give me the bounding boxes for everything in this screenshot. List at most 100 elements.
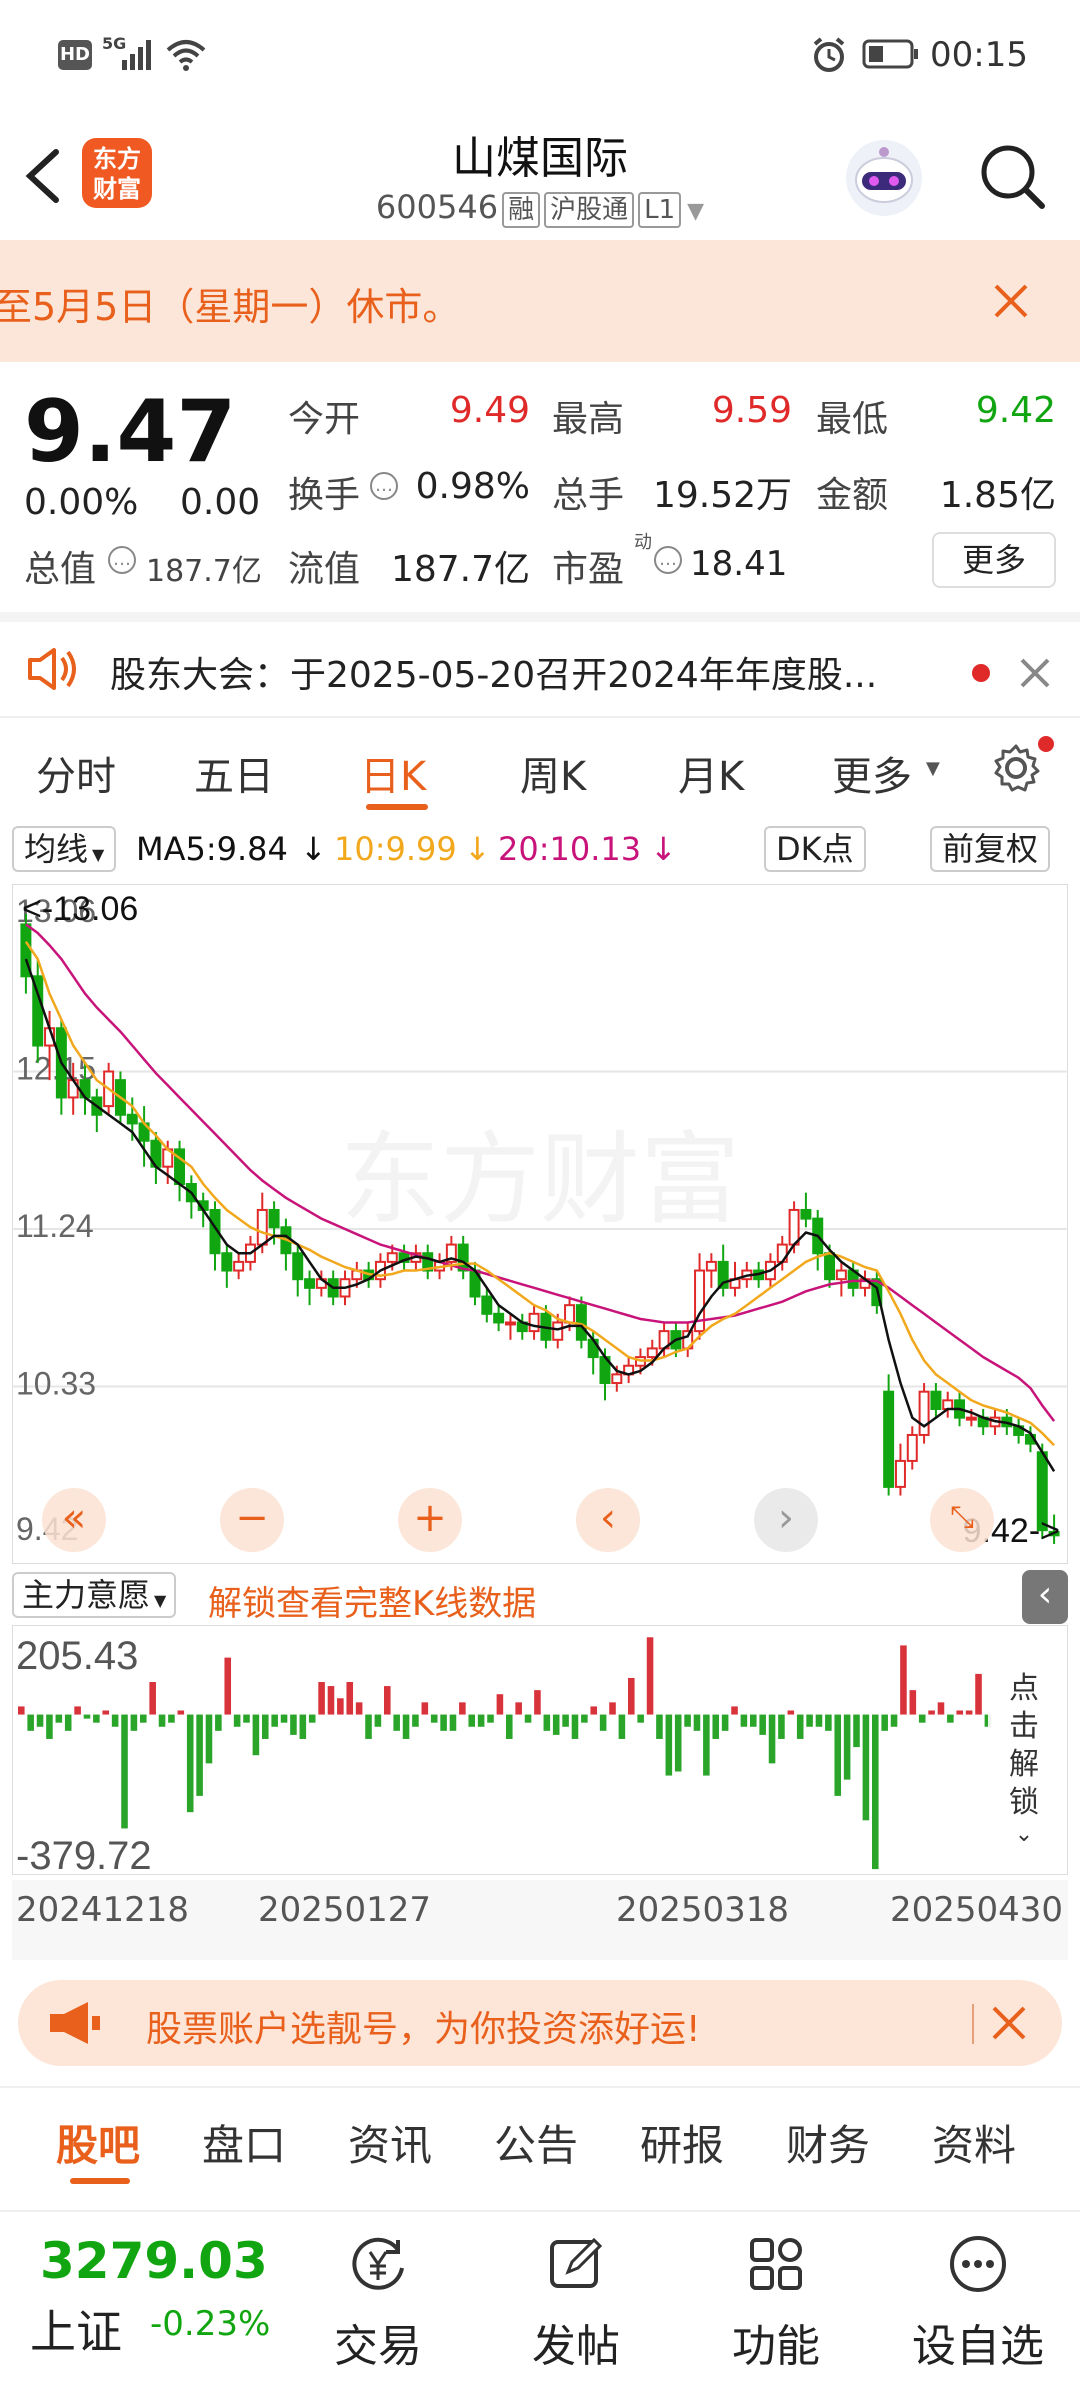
stock-code: 600546: [375, 188, 499, 226]
add-watchlist-button[interactable]: 设自选: [898, 2222, 1058, 2382]
candle-body: [894, 1459, 906, 1488]
tab-profile[interactable]: 资料: [932, 2112, 1016, 2173]
candle-body: [788, 1208, 800, 1246]
bar: [787, 1710, 795, 1715]
unlock-side-label: 点击解锁: [1009, 1671, 1039, 1820]
close-icon[interactable]: [992, 282, 1030, 320]
more-button[interactable]: 更多: [932, 532, 1056, 588]
bar: [918, 1714, 926, 1723]
bar: [121, 1714, 128, 1829]
tab-guba[interactable]: 股吧: [56, 2112, 140, 2173]
bar: [140, 1714, 147, 1723]
info-icon[interactable]: …: [370, 472, 398, 500]
last-price: 9.47: [24, 382, 237, 482]
post-button[interactable]: 发帖: [516, 2222, 636, 2382]
unlock-link[interactable]: 解锁查看完整K线数据: [208, 1576, 536, 1625]
bar: [299, 1714, 307, 1739]
bar: [806, 1714, 813, 1727]
bar: [937, 1702, 945, 1715]
zoom-first-button[interactable]: «: [42, 1488, 106, 1552]
trade-label: 交易: [334, 2321, 422, 2372]
bar: [27, 1714, 34, 1731]
bar: [740, 1714, 748, 1727]
bar: [947, 1714, 954, 1723]
bar: [55, 1714, 63, 1723]
candle-body: [824, 1252, 836, 1281]
bar: [374, 1714, 382, 1727]
content-tabs: 股吧 盘口 资讯 公告 研报 财务 资料: [0, 2086, 1080, 2190]
robot-assistant-icon[interactable]: [844, 138, 924, 218]
announcement-bar[interactable]: 股东大会：于2025-05-20召开2024年年度股...: [0, 612, 1080, 718]
zoom-in-button[interactable]: +: [398, 1488, 462, 1552]
down-arrow-icon: ↓: [464, 830, 491, 868]
pe-label: 市盈: [552, 549, 625, 590]
bar: [562, 1714, 569, 1727]
bar: [825, 1714, 832, 1731]
fullscreen-button[interactable]: ⤡: [930, 1488, 994, 1552]
index-name: 上证: [30, 2305, 122, 2359]
high-label: 最高: [552, 399, 625, 440]
tab-financials[interactable]: 财务: [786, 2112, 870, 2173]
candle-body: [575, 1304, 587, 1341]
bar: [46, 1714, 53, 1739]
tab-weekly-k[interactable]: 周K: [520, 744, 586, 802]
candle-body: [611, 1373, 623, 1385]
megaphone-icon: [50, 2002, 100, 2044]
scroll-right-button[interactable]: ›: [754, 1488, 818, 1552]
candle-body: [930, 1390, 942, 1411]
bar: [956, 1710, 964, 1715]
scroll-left-button[interactable]: ‹: [576, 1488, 640, 1552]
tab-more[interactable]: 更多: [832, 744, 912, 802]
unlock-side-tag[interactable]: 点击解锁 ⌄: [988, 1660, 1060, 1850]
ma-selector[interactable]: 均线 ▼: [12, 826, 117, 872]
quote-panel: 9.47 0.00% 0.00 今开 9.49 最高 9.59 最低 9.42 …: [0, 362, 1080, 612]
tab-news[interactable]: 资讯: [348, 2112, 432, 2173]
bar: [862, 1714, 870, 1821]
level-tag: L1: [638, 192, 682, 228]
collapse-arrow-icon[interactable]: ‹: [1022, 1570, 1068, 1624]
adjust-selector[interactable]: 前复权: [930, 826, 1051, 872]
more-dots-icon: [950, 2236, 1006, 2292]
bar: [252, 1714, 260, 1756]
gear-icon[interactable]: [990, 742, 1042, 794]
tab-five-day[interactable]: 五日: [194, 744, 274, 802]
bar: [224, 1657, 232, 1715]
tab-daily-k[interactable]: 日K: [360, 744, 426, 802]
index-ticker[interactable]: 3279.03 上证 -0.23%: [0, 2212, 300, 2388]
candlestick-chart[interactable]: 13.0612.1511.2410.339.42东方财富<-13.069.42-…: [12, 884, 1068, 1564]
bar: [637, 1714, 644, 1723]
candle-body: [481, 1295, 493, 1315]
search-icon[interactable]: [976, 140, 1048, 212]
tab-announcements[interactable]: 公告: [494, 2112, 578, 2173]
main-force-chart[interactable]: 205.43 -379.72: [12, 1625, 1068, 1875]
bar: [327, 1686, 335, 1715]
trade-button[interactable]: 交易: [318, 2222, 438, 2382]
bottom-toolbar: 3279.03 上证 -0.23% 交易 发帖 功能 设自选: [0, 2210, 1080, 2388]
bar: [656, 1714, 663, 1739]
tab-monthly-k[interactable]: 月K: [678, 744, 744, 802]
dk-point-toggle[interactable]: DK点: [764, 826, 866, 872]
zoom-out-button[interactable]: −: [220, 1488, 284, 1552]
ma-indicator-row: 均线 ▼ MA5:9.84 ↓ 10:9.99 ↓ 20:10.13 ↓ DK点 前复权: [0, 822, 1080, 880]
bar: [909, 1690, 917, 1715]
info-icon[interactable]: …: [654, 546, 682, 574]
info-icon[interactable]: …: [108, 546, 136, 574]
promo-banner[interactable]: 股票账户选靓号，为你投资添好运!: [18, 1980, 1062, 2066]
divider: [972, 2004, 974, 2044]
candle-body: [304, 1278, 316, 1289]
bar: [853, 1714, 860, 1748]
signal-icon: [122, 40, 151, 70]
candle-body: [233, 1260, 245, 1272]
close-icon[interactable]: [1018, 656, 1052, 690]
ma5-value: MA5:9.84: [136, 830, 288, 868]
indicator-selector[interactable]: 主力意愿 ▼: [12, 1572, 177, 1618]
bar: [703, 1714, 710, 1776]
functions-button[interactable]: 功能: [716, 2222, 836, 2382]
close-icon[interactable]: [990, 2004, 1028, 2042]
tab-research[interactable]: 研报: [640, 2112, 724, 2173]
tab-intraday[interactable]: 分时: [36, 744, 116, 802]
bar: [900, 1645, 907, 1715]
down-arrow-icon: ↓: [300, 830, 327, 868]
alarm-icon: [813, 37, 845, 72]
tab-pankou[interactable]: 盘口: [202, 2112, 286, 2173]
